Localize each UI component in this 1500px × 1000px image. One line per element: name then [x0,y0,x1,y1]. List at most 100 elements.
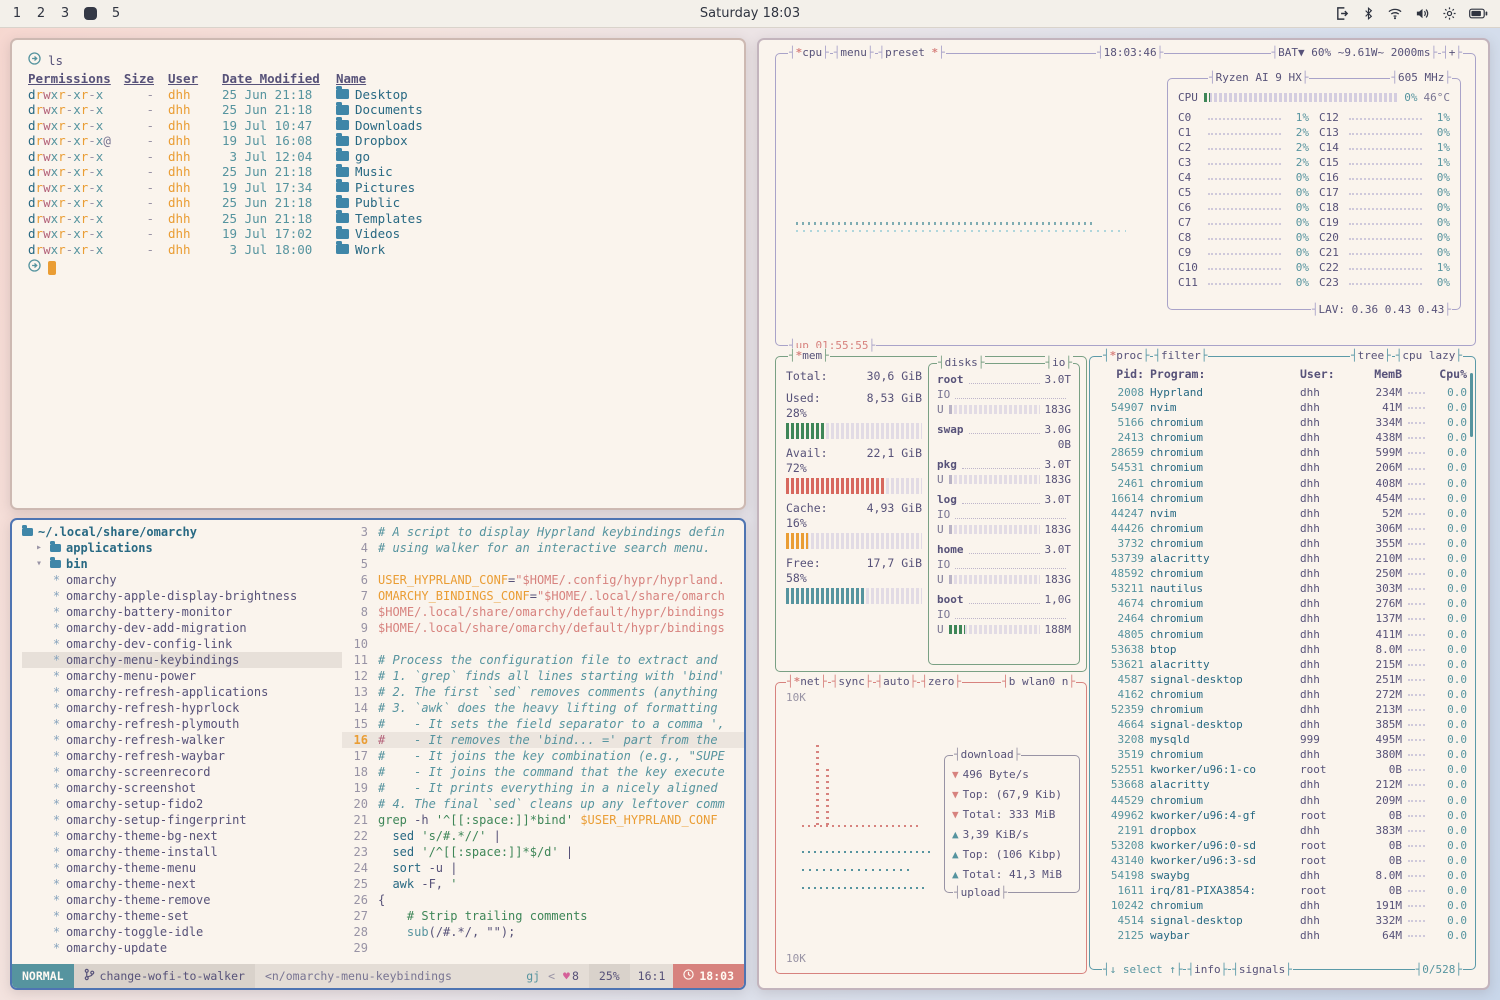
column-memory[interactable]: MemB [1352,367,1402,385]
process-row[interactable]: 2125waybardhh64M0.0 [1100,928,1467,943]
tree-item-omarchy-refresh-walker[interactable]: *omarchy-refresh-walker [22,732,342,748]
filter-button[interactable]: ┤filter├ [1153,348,1208,364]
tree-item-omarchy-theme-menu[interactable]: *omarchy-theme-menu [22,860,342,876]
tree-item-omarchy-toggle-idle[interactable]: *omarchy-toggle-idle [22,924,342,940]
tree-item-omarchy-theme-next[interactable]: *omarchy-theme-next [22,876,342,892]
tree-item-omarchy-refresh-hyprlock[interactable]: *omarchy-refresh-hyprlock [22,700,342,716]
chevron-right-icon[interactable]: ▸ [36,540,45,556]
editor-line[interactable]: 11# Process the configuration file to ex… [342,652,744,668]
process-row[interactable]: 2191dropboxdhh383M0.0 [1100,823,1467,838]
process-row[interactable]: 2461chromiumdhh408M0.0 [1100,476,1467,491]
process-row[interactable]: 44529chromiumdhh209M0.0 [1100,793,1467,808]
editor-line[interactable]: 23 sed '/^[[:space:]]*$/d' | [342,844,744,860]
process-row[interactable]: 5166chromiumdhh334M0.0 [1100,415,1467,430]
file-name[interactable]: go [336,149,728,165]
workspace-2[interactable]: 2 [36,6,46,21]
editor-line[interactable]: 4# using walker for an interactive searc… [342,540,744,556]
file-name[interactable]: Pictures [336,180,728,196]
code-editor[interactable]: 3# A script to display Hyprland keybindi… [342,524,744,964]
process-row[interactable]: 10242chromiumdhh191M0.0 [1100,898,1467,913]
process-row[interactable]: 4664signal-desktopdhh385M0.0 [1100,717,1467,732]
editor-line[interactable]: 20# 4. The final `sed` cleans up any lef… [342,796,744,812]
editor-line[interactable]: 16# - It removes the 'bind... =' part fr… [342,732,744,748]
column-cpu[interactable]: Cpu% [1431,367,1467,385]
editor-line[interactable]: 26{ [342,892,744,908]
editor-line[interactable]: 29 [342,940,744,956]
prompt-line[interactable] [28,259,728,276]
process-row[interactable]: 54198swaybgdhh8.0M0.0 [1100,868,1467,883]
process-row[interactable]: 2008Hyprlanddhh234M0.0 [1100,385,1467,400]
editor-line[interactable]: 10 [342,636,744,652]
process-row[interactable]: 53739alacrittydhh210M0.0 [1100,551,1467,566]
tree-item-omarchy-refresh-applications[interactable]: *omarchy-refresh-applications [22,684,342,700]
editor-window[interactable]: ~/.local/share/omarchy▸applications▾bin *… [10,518,746,990]
tree-item-applications[interactable]: ▸applications [22,540,342,556]
file-name[interactable]: Videos [336,226,728,242]
process-row[interactable]: 43140kworker/u96:3-sdroot0B0.0 [1100,853,1467,868]
tree-item-omarchy-theme-remove[interactable]: *omarchy-theme-remove [22,892,342,908]
editor-line[interactable]: 8$HOME/.local/share/omarchy/default/hypr… [342,604,744,620]
logout-icon[interactable] [1335,6,1350,21]
process-row[interactable]: 4162chromiumdhh272M0.0 [1100,687,1467,702]
io-label[interactable]: ┤io├ [1045,355,1074,371]
editor-line[interactable]: 14# 3. `awk` does the heavy lifting of f… [342,700,744,716]
process-row[interactable]: 54907nvimdhh41M0.0 [1100,400,1467,415]
file-name[interactable]: Desktop [336,87,728,103]
file-name[interactable]: Music [336,164,728,180]
file-name[interactable]: Downloads [336,118,728,134]
bluetooth-icon[interactable] [1362,6,1375,21]
workspace-1[interactable]: 1 [12,6,22,21]
editor-line[interactable]: 12# 1. `grep` finds all lines starting w… [342,668,744,684]
terminal-window[interactable]: ls PermissionsSizeUserDate ModifiedName … [10,38,746,510]
signals-button[interactable]: ┤signals├ [1231,962,1293,978]
editor-line[interactable]: 21grep -h '^[[:space:]]*bind' $USER_HYPR… [342,812,744,828]
file-name[interactable]: Public [336,195,728,211]
tree-item-omarchy-menu-keybindings[interactable]: *omarchy-menu-keybindings [22,652,342,668]
process-row[interactable]: 3208mysqld999495M0.0 [1100,732,1467,747]
process-row[interactable]: 53668alacrittydhh212M0.0 [1100,777,1467,792]
tree-item-omarchy-update[interactable]: *omarchy-update [22,940,342,956]
net-auto-button[interactable]: ┤auto├ [876,674,918,690]
proc-box-label[interactable]: ┤*proc├ [1102,348,1150,364]
process-row[interactable]: 28659chromiumdhh599M0.0 [1100,445,1467,460]
workspace-5[interactable]: 5 [111,6,121,21]
select-control[interactable]: ┤↓ select ↑├ [1102,962,1183,978]
tree-item-omarchy-theme-install[interactable]: *omarchy-theme-install [22,844,342,860]
editor-line[interactable]: 25 awk -F, ' [342,876,744,892]
editor-line[interactable]: 19# - It prints everything in a nicely a… [342,780,744,796]
process-row[interactable]: 44247nvimdhh52M0.0 [1100,506,1467,521]
tree-item-omarchy-screenrecord[interactable]: *omarchy-screenrecord [22,764,342,780]
process-row[interactable]: 3519chromiumdhh380M0.0 [1100,747,1467,762]
editor-line[interactable]: 28 sub(/#.*/, ""); [342,924,744,940]
settings-gear-icon[interactable] [1442,6,1457,21]
tree-item-omarchy-dev-add-migration[interactable]: *omarchy-dev-add-migration [22,620,342,636]
process-row[interactable]: 2413chromiumdhh438M0.0 [1100,430,1467,445]
column-pid[interactable]: Pid: [1100,367,1150,385]
tree-item-omarchy-screenshot[interactable]: *omarchy-screenshot [22,780,342,796]
tree-item-bin[interactable]: ▾bin [22,556,342,572]
editor-line[interactable]: 27 # Strip trailing comments [342,908,744,924]
tree-item-omarchy-theme-bg-next[interactable]: *omarchy-theme-bg-next [22,828,342,844]
file-name[interactable]: Work [336,242,728,258]
tree-item-omarchy-refresh-plymouth[interactable]: *omarchy-refresh-plymouth [22,716,342,732]
process-row[interactable]: 16614chromiumdhh454M0.0 [1100,491,1467,506]
editor-line[interactable]: 13# 2. The first `sed` removes comments … [342,684,744,700]
net-zero-button[interactable]: ┤zero├ [920,674,962,690]
mem-box-label[interactable]: ┤*mem├ [788,348,830,364]
editor-line[interactable]: 9$HOME/.local/share/omarchy/default/hypr… [342,620,744,636]
editor-line[interactable]: 17# - It joins the key combination (e.g.… [342,748,744,764]
process-row[interactable]: 44426chromiumdhh306M0.0 [1100,521,1467,536]
process-row[interactable]: 4587signal-desktopdhh251M0.0 [1100,672,1467,687]
tree-toggle[interactable]: ┤tree├ [1350,348,1392,364]
tree-item-omarchy-refresh-waybar[interactable]: *omarchy-refresh-waybar [22,748,342,764]
add-graph-button[interactable]: ┤+├ [1441,45,1463,61]
tree-item-~/.local/share/omarchy[interactable]: ~/.local/share/omarchy [22,524,342,540]
git-branch[interactable]: change-wofi-to-walker [74,964,255,988]
disks-label[interactable]: ┤disks├ [937,355,985,371]
process-row[interactable]: 4674chromiumdhh276M0.0 [1100,596,1467,611]
chevron-down-icon[interactable]: ▾ [36,556,45,572]
file-name[interactable]: Documents [336,102,728,118]
editor-line[interactable]: 6USER_HYPRLAND_CONF="$HOME/.config/hypr/… [342,572,744,588]
tree-item-omarchy-menu-power[interactable]: *omarchy-menu-power [22,668,342,684]
editor-line[interactable]: 22 sed 's/#.*//' | [342,828,744,844]
